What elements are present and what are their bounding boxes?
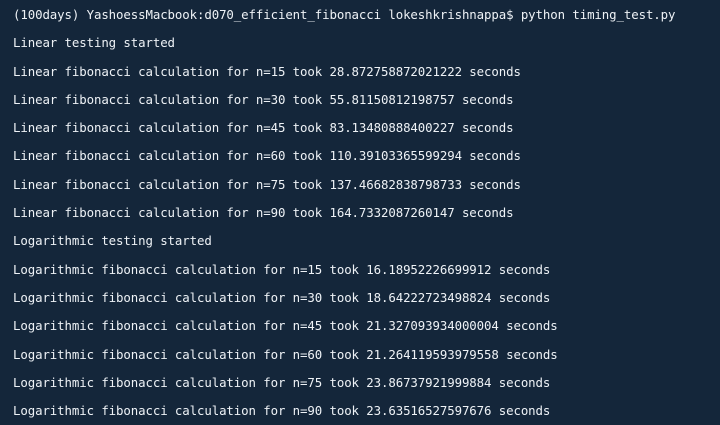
output-line-linear-n30: Linear fibonacci calculation for n=30 to…	[13, 91, 514, 107]
output-line-logarithmic-n15: Logarithmic fibonacci calculation for n=…	[13, 261, 551, 277]
output-line-linear-n75: Linear fibonacci calculation for n=75 to…	[13, 176, 521, 192]
output-line-logarithmic-header: Logarithmic testing started	[13, 233, 212, 249]
output-line-linear-header: Linear testing started	[13, 35, 175, 51]
terminal-window[interactable]: (100days) YashoessMacbook:d070_efficient…	[0, 0, 720, 425]
output-line-linear-n15: Linear fibonacci calculation for n=15 to…	[13, 63, 521, 79]
output-line-logarithmic-n60: Logarithmic fibonacci calculation for n=…	[13, 346, 558, 362]
output-line-logarithmic-n75: Logarithmic fibonacci calculation for n=…	[13, 374, 551, 390]
output-line-linear-n45: Linear fibonacci calculation for n=45 to…	[13, 120, 514, 136]
output-line-linear-n90: Linear fibonacci calculation for n=90 to…	[13, 205, 514, 221]
output-line-linear-n60: Linear fibonacci calculation for n=60 to…	[13, 148, 521, 164]
output-line-logarithmic-n90: Logarithmic fibonacci calculation for n=…	[13, 403, 551, 419]
output-line-logarithmic-n30: Logarithmic fibonacci calculation for n=…	[13, 289, 551, 305]
output-line-logarithmic-n45: Logarithmic fibonacci calculation for n=…	[13, 318, 558, 334]
prompt-line: (100days) YashoessMacbook:d070_efficient…	[13, 7, 676, 22]
